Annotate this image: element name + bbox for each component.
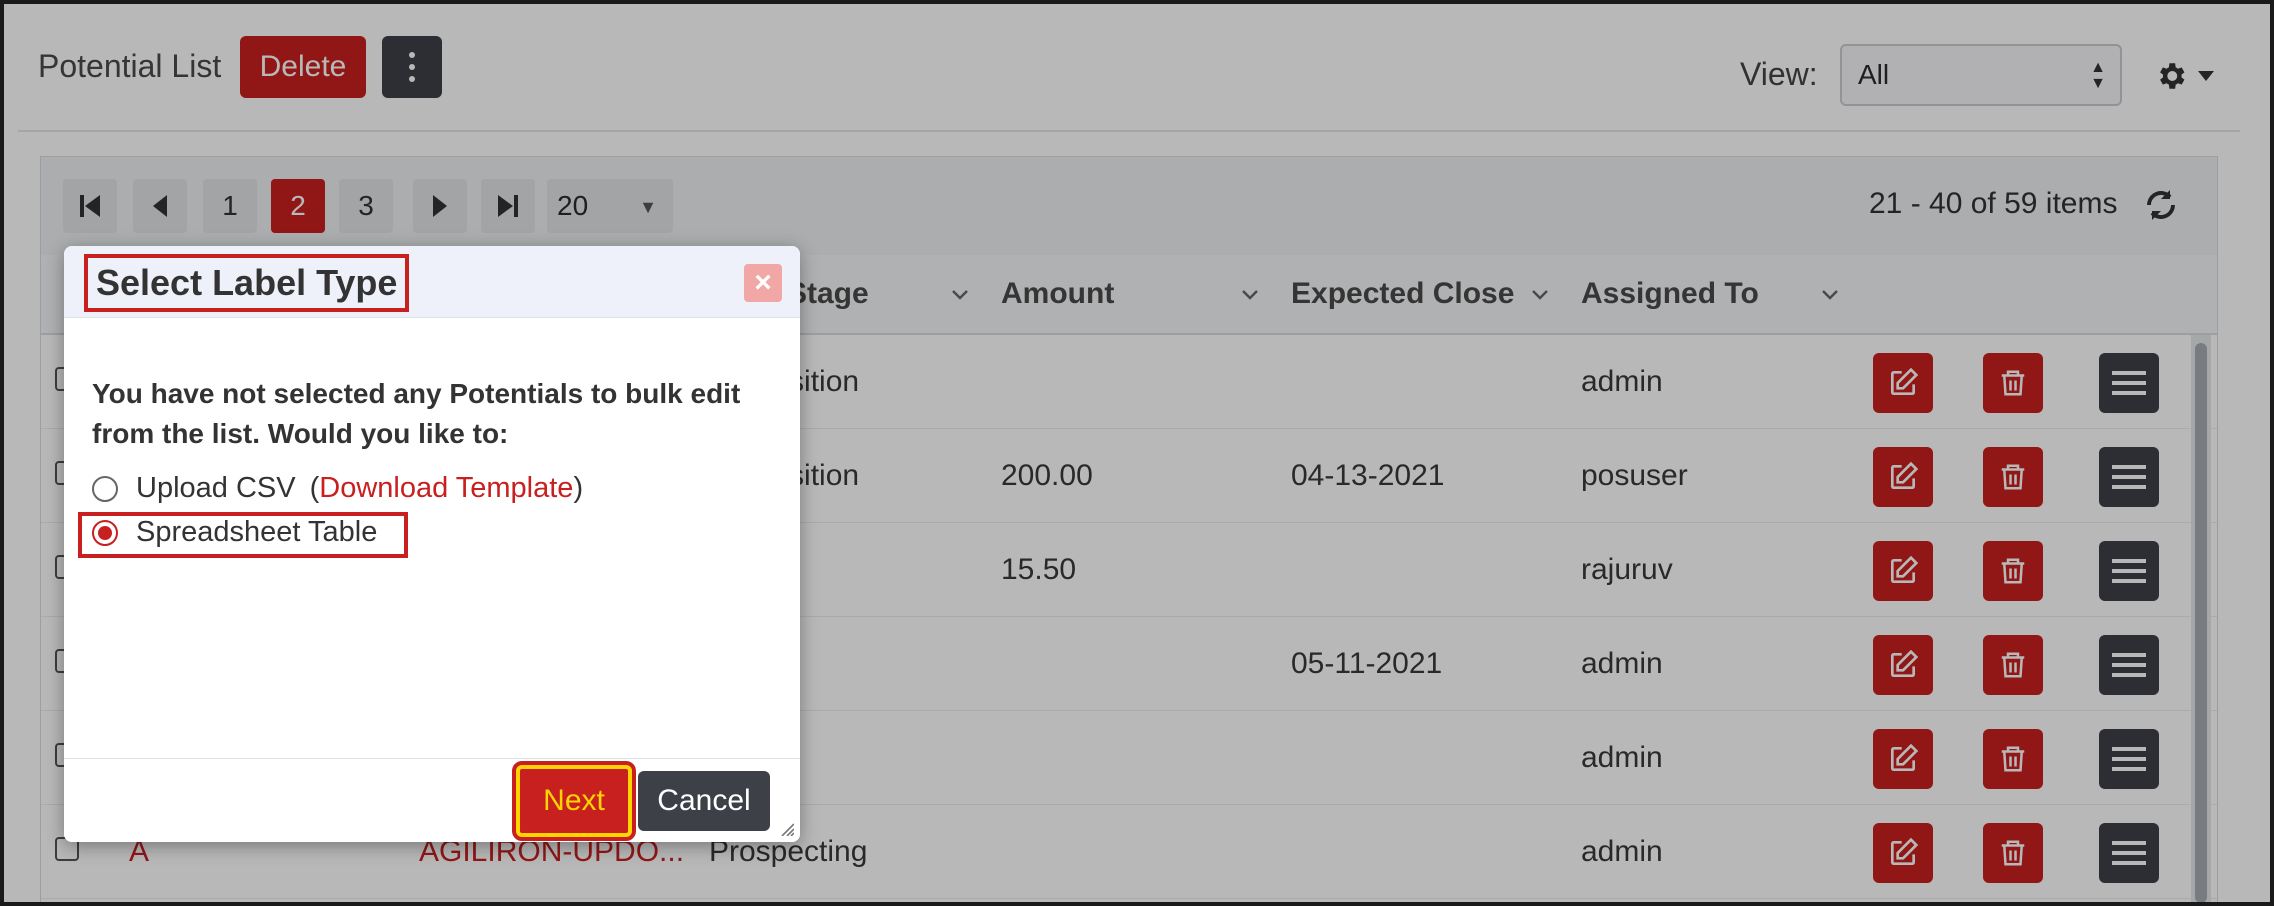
dialog-title: Select Label Type — [84, 254, 410, 312]
option-upload-csv[interactable]: Upload CSV ( Download Template ) — [92, 472, 583, 505]
app-window: Potential List Delete View: All ▲▼ 1 2 — [0, 0, 2274, 906]
dialog-header: Select Label Type × — [64, 246, 800, 318]
dialog-message: You have not selected any Potentials to … — [92, 378, 741, 449]
select-label-type-dialog: Select Label Type × You have not selecte… — [64, 246, 800, 842]
paren-close: ) — [573, 472, 584, 504]
upload-csv-radio[interactable] — [92, 475, 118, 502]
spreadsheet-table-radio[interactable] — [92, 519, 118, 546]
upload-csv-label: Upload CSV — [136, 472, 296, 504]
dialog-footer: Next Cancel — [64, 758, 800, 842]
spreadsheet-table-label: Spreadsheet Table — [136, 516, 378, 548]
close-button[interactable]: × — [744, 264, 782, 302]
close-icon: × — [754, 266, 772, 299]
next-button[interactable]: Next — [512, 761, 636, 841]
paren-open: ( — [309, 472, 320, 504]
download-template-link[interactable]: Download Template — [319, 472, 573, 505]
resize-grip-icon[interactable] — [780, 822, 794, 836]
option-spreadsheet-table[interactable]: Spreadsheet Table — [92, 516, 377, 549]
cancel-button[interactable]: Cancel — [638, 771, 770, 831]
